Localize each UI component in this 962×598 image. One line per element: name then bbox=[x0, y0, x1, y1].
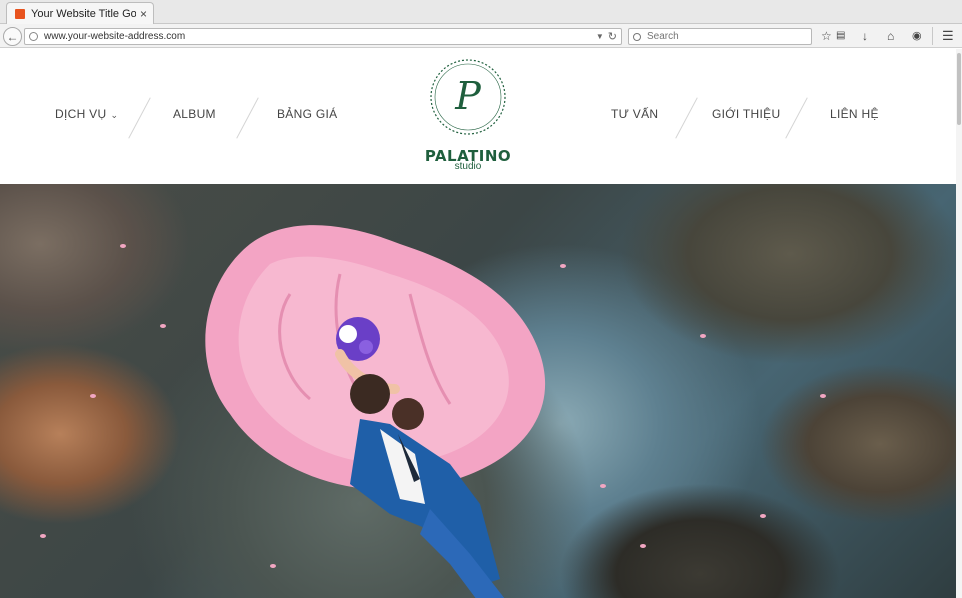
nav-item-tu-van[interactable]: TƯ VẤN bbox=[611, 107, 658, 121]
web-page: DỊCH VỤ ⌄ ALBUM BẢNG GIÁ P PALATINO studi… bbox=[0, 49, 956, 598]
logo-monogram: P bbox=[454, 74, 482, 118]
petal-decoration bbox=[120, 244, 126, 248]
nav-item-label: DỊCH VỤ bbox=[55, 107, 107, 121]
nav-item-album[interactable]: ALBUM bbox=[173, 107, 216, 121]
search-bar[interactable] bbox=[628, 28, 812, 45]
browser-tab[interactable]: Your Website Title Goes ... × bbox=[6, 2, 154, 24]
nav-item-label: GIỚI THIỆU bbox=[712, 107, 781, 121]
nav-divider bbox=[785, 97, 808, 139]
petal-decoration bbox=[560, 264, 566, 268]
search-input[interactable] bbox=[647, 31, 807, 42]
nav-item-gioi-thieu[interactable]: GIỚI THIỆU bbox=[712, 107, 780, 121]
petal-decoration bbox=[640, 544, 646, 548]
petal-decoration bbox=[90, 394, 96, 398]
browser-nav-bar: ← www.your-website-address.com ▼ ↻ ☆ ▤ ↓… bbox=[0, 24, 962, 48]
page-scrollbar[interactable] bbox=[956, 49, 962, 598]
nav-item-lien-he[interactable]: LIÊN HỆ bbox=[830, 107, 879, 121]
petal-decoration bbox=[700, 334, 706, 338]
nav-divider bbox=[675, 97, 698, 139]
hero-photo bbox=[0, 184, 956, 598]
nav-divider bbox=[236, 97, 259, 139]
petal-decoration bbox=[160, 324, 166, 328]
site-logo[interactable]: P PALATINO studio bbox=[418, 57, 518, 177]
petal-decoration bbox=[600, 484, 606, 488]
scrollbar-thumb[interactable] bbox=[957, 53, 961, 125]
petal-decoration bbox=[40, 534, 46, 538]
bookmark-star-icon[interactable]: ☆ bbox=[821, 29, 832, 43]
site-header: DỊCH VỤ ⌄ ALBUM BẢNG GIÁ P PALATINO studi… bbox=[0, 49, 956, 184]
nav-item-dich-vu[interactable]: DỊCH VỤ ⌄ bbox=[55, 107, 118, 121]
url-text[interactable]: www.your-website-address.com bbox=[44, 31, 596, 42]
reading-list-icon[interactable]: ▤ bbox=[836, 29, 845, 43]
petal-decoration bbox=[760, 514, 766, 518]
back-arrow-icon[interactable]: ← bbox=[3, 27, 22, 46]
hero-couple-illustration bbox=[350, 374, 505, 598]
tab-close-icon[interactable]: × bbox=[140, 7, 147, 21]
browser-tab-bar: Your Website Title Goes ... × bbox=[0, 0, 962, 24]
address-bar[interactable]: www.your-website-address.com ▼ ↻ bbox=[24, 28, 622, 45]
reload-icon[interactable]: ↻ bbox=[608, 30, 617, 43]
search-icon bbox=[633, 32, 641, 41]
site-favicon-icon bbox=[15, 8, 25, 19]
download-icon[interactable]: ↓ bbox=[862, 29, 868, 43]
toolbar-separator bbox=[932, 27, 933, 45]
chat-icon[interactable]: ◉ bbox=[912, 29, 922, 43]
menu-icon[interactable]: ☰ bbox=[942, 29, 954, 43]
nav-item-label: LIÊN HỆ bbox=[830, 107, 879, 121]
petal-decoration bbox=[820, 394, 826, 398]
tab-title: Your Website Title Goes ... bbox=[31, 7, 136, 20]
nav-item-label: ALBUM bbox=[173, 107, 216, 121]
nav-divider bbox=[128, 97, 151, 139]
home-icon[interactable]: ⌂ bbox=[887, 29, 894, 43]
nav-item-bang-gia[interactable]: BẢNG GIÁ bbox=[277, 107, 337, 121]
nav-item-label: TƯ VẤN bbox=[611, 107, 659, 121]
globe-icon bbox=[29, 32, 38, 41]
dropdown-icon[interactable]: ▼ bbox=[596, 32, 604, 41]
chevron-down-icon: ⌄ bbox=[110, 110, 119, 120]
monogram-badge-icon: P bbox=[430, 59, 506, 135]
nav-item-label: BẢNG GIÁ bbox=[277, 107, 338, 121]
brand-subtitle: studio bbox=[454, 161, 482, 172]
petal-decoration bbox=[270, 564, 276, 568]
